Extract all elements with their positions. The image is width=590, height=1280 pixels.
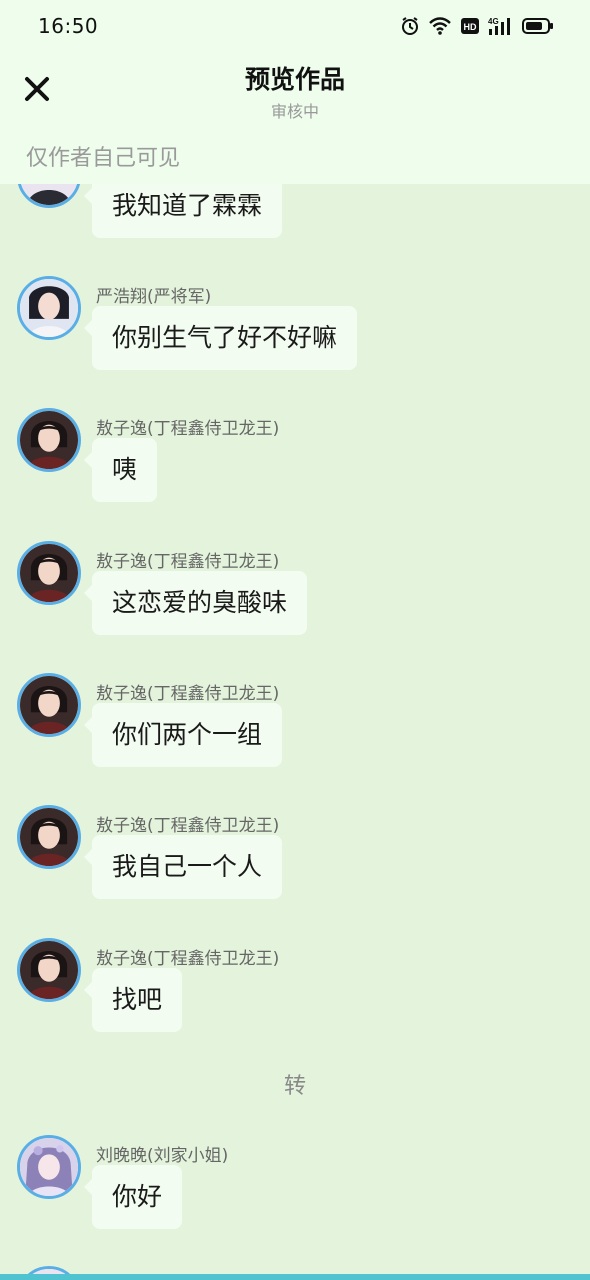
signal-4g-icon: 4G <box>488 17 510 35</box>
sender-name: 敖子逸(丁程鑫侍卫龙王) <box>96 684 280 704</box>
message-bubble[interactable]: 这恋爱的臭酸味 <box>83 571 308 635</box>
hd-icon: HD <box>461 18 479 34</box>
avatar[interactable] <box>17 673 81 737</box>
battery-icon <box>522 18 553 34</box>
review-status: 审核中 <box>270 102 319 121</box>
scene-divider: 转 <box>283 1074 306 1099</box>
header: 16:50 HD 4G 预览作品 审核中 仅作者自己可见 <box>0 0 590 184</box>
yan-avatar-icon <box>20 279 78 337</box>
liu-avatar-icon <box>20 1138 78 1196</box>
message-bubble[interactable]: 你们两个一组 <box>83 703 283 767</box>
sender-name: 敖子逸(丁程鑫侍卫龙王) <box>96 419 280 439</box>
chat-message: 敖子逸(丁程鑫侍卫龙王) 咦 <box>0 406 590 526</box>
wifi-icon <box>429 17 451 35</box>
chat-message: 严浩翔(严将军) 你别生气了好不好嘛 <box>0 274 590 394</box>
avatar[interactable] <box>17 805 81 869</box>
sender-name: 刘晚晚(刘家小姐) <box>96 1146 229 1166</box>
avatar[interactable] <box>17 408 81 472</box>
status-icons: HD 4G <box>400 14 554 38</box>
sender-name: 敖子逸(丁程鑫侍卫龙王) <box>96 816 280 836</box>
avatar[interactable] <box>17 541 81 605</box>
message-bubble[interactable]: 你好 <box>83 1165 183 1229</box>
bottom-edge-bar <box>0 1274 590 1280</box>
ao-avatar-icon <box>20 676 78 734</box>
avatar[interactable] <box>17 938 81 1002</box>
svg-text:HD: HD <box>464 22 477 32</box>
chat-area[interactable]: 我知道了霖霖 严浩翔(严将军) 你别生气了好不好嘛 敖子逸(丁程鑫侍卫龙王) 咦… <box>0 0 590 1280</box>
sender-name: 敖子逸(丁程鑫侍卫龙王) <box>96 949 280 969</box>
ao-avatar-icon <box>20 544 78 602</box>
status-time: 16:50 <box>38 14 99 38</box>
message-bubble[interactable]: 你别生气了好不好嘛 <box>83 306 358 370</box>
sender-name: 严浩翔(严将军) <box>96 287 212 307</box>
page-title: 预览作品 <box>244 65 345 94</box>
status-bar: 16:50 HD 4G <box>0 0 590 52</box>
avatar[interactable] <box>17 1135 81 1199</box>
ao-avatar-icon <box>20 941 78 999</box>
chat-message: 敖子逸(丁程鑫侍卫龙王) 我自己一个人 <box>0 803 590 923</box>
message-bubble[interactable]: 咦 <box>83 438 158 502</box>
ao-avatar-icon <box>20 411 78 469</box>
message-bubble[interactable]: 我自己一个人 <box>83 835 283 899</box>
message-bubble[interactable]: 找吧 <box>83 968 183 1032</box>
sender-name: 敖子逸(丁程鑫侍卫龙王) <box>96 552 280 572</box>
chat-message: 刘晚晚(刘家小姐) 你好 <box>0 1133 590 1253</box>
avatar[interactable] <box>17 276 81 340</box>
visibility-note: 仅作者自己可见 <box>26 146 181 171</box>
chat-message: 敖子逸(丁程鑫侍卫龙王) 你们两个一组 <box>0 671 590 791</box>
alarm-icon <box>402 17 418 35</box>
svg-text:4G: 4G <box>488 17 499 26</box>
ao-avatar-icon <box>20 808 78 866</box>
chat-message: 敖子逸(丁程鑫侍卫龙王) 这恋爱的臭酸味 <box>0 539 590 659</box>
chat-message: 敖子逸(丁程鑫侍卫龙王) 找吧 <box>0 936 590 1056</box>
